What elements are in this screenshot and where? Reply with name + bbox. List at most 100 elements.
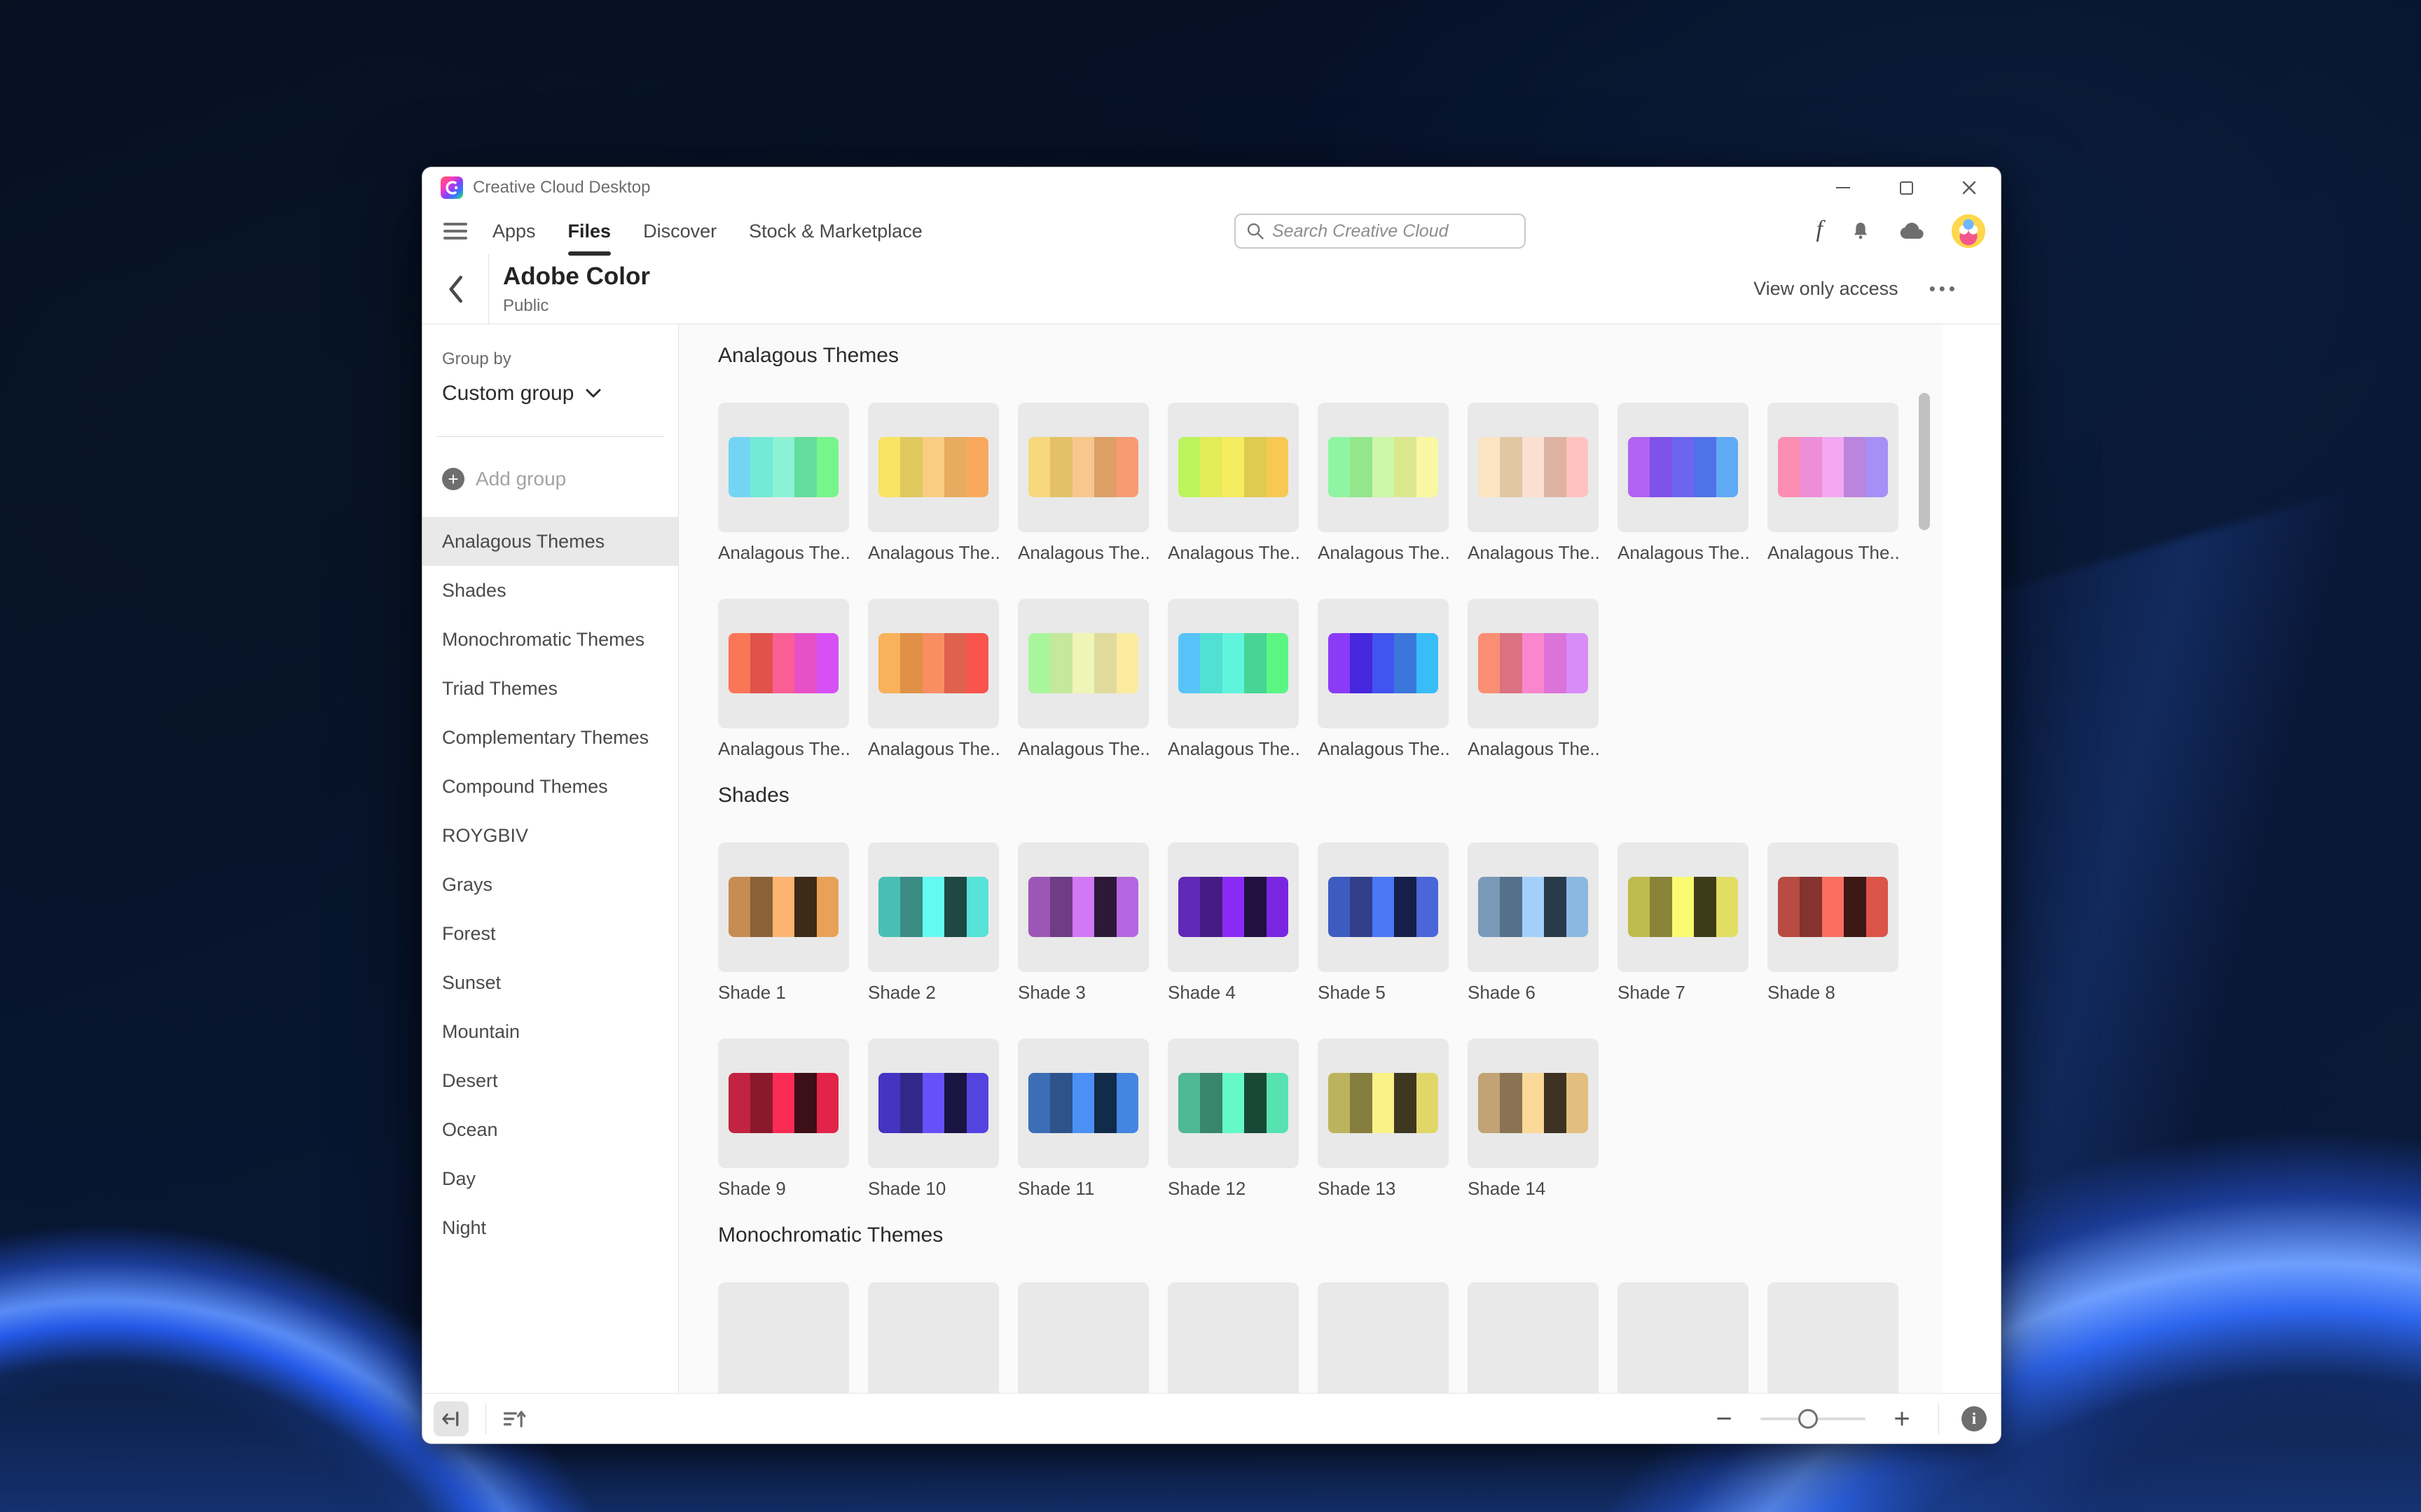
card-label: Shade 7 xyxy=(1618,982,1748,1004)
theme-card[interactable]: Shade 11 xyxy=(1018,1039,1149,1200)
search-input[interactable] xyxy=(1272,221,1515,242)
theme-card-placeholder[interactable] xyxy=(718,1282,849,1393)
sidebar-item-analagous-themes[interactable]: Analagous Themes xyxy=(422,517,678,566)
sidebar-item-mountain[interactable]: Mountain xyxy=(422,1007,678,1056)
theme-card-placeholder[interactable] xyxy=(1767,1282,1898,1393)
card-label: Analagous The... xyxy=(868,542,999,564)
theme-card[interactable]: Analagous The... xyxy=(1468,599,1599,760)
sort-button[interactable] xyxy=(503,1408,527,1429)
sidebar-item-night[interactable]: Night xyxy=(422,1203,678,1252)
hamburger-menu-icon[interactable] xyxy=(443,223,467,240)
search-box[interactable] xyxy=(1234,214,1526,249)
close-icon xyxy=(1961,180,1977,195)
theme-card[interactable]: Analagous The... xyxy=(1168,599,1299,760)
color-swatch xyxy=(1628,877,1650,937)
color-swatch xyxy=(750,437,772,497)
theme-card[interactable]: Shade 14 xyxy=(1468,1039,1599,1200)
theme-card[interactable]: Shade 1 xyxy=(718,842,849,1004)
add-group-button[interactable]: + Add group xyxy=(422,468,678,490)
theme-card[interactable]: Analagous The... xyxy=(1168,403,1299,564)
theme-card[interactable]: Analagous The... xyxy=(1018,599,1149,760)
sidebar-item-desert[interactable]: Desert xyxy=(422,1056,678,1105)
more-options-icon[interactable]: ••• xyxy=(1929,278,1959,300)
theme-card[interactable]: Shade 2 xyxy=(868,842,999,1004)
theme-card[interactable]: Shade 12 xyxy=(1168,1039,1299,1200)
card-label: Analagous The... xyxy=(1767,542,1898,564)
back-chevron-icon xyxy=(446,275,464,303)
nav-item-discover[interactable]: Discover xyxy=(643,208,717,254)
color-swatch xyxy=(1522,1073,1544,1133)
theme-card[interactable]: Analagous The... xyxy=(1618,403,1748,564)
sidebar-item-compound-themes[interactable]: Compound Themes xyxy=(422,762,678,811)
cloud-sync-icon[interactable] xyxy=(1898,221,1925,242)
sidebar-item-day[interactable]: Day xyxy=(422,1154,678,1203)
zoom-out-button[interactable]: − xyxy=(1710,1405,1738,1433)
theme-card-placeholder[interactable] xyxy=(1618,1282,1748,1393)
theme-card[interactable]: Shade 10 xyxy=(868,1039,999,1200)
theme-card[interactable]: Analagous The... xyxy=(1767,403,1898,564)
theme-card-placeholder[interactable] xyxy=(1168,1282,1299,1393)
theme-card[interactable]: Shade 8 xyxy=(1767,842,1898,1004)
theme-card[interactable]: Shade 13 xyxy=(1318,1039,1449,1200)
theme-card[interactable]: Shade 6 xyxy=(1468,842,1599,1004)
card-thumbnail xyxy=(1168,599,1299,728)
group-by-dropdown[interactable]: Custom group xyxy=(422,382,678,405)
theme-card[interactable]: Shade 3 xyxy=(1018,842,1149,1004)
sidebar-item-grays[interactable]: Grays xyxy=(422,860,678,909)
theme-card[interactable]: Shade 4 xyxy=(1168,842,1299,1004)
back-button[interactable] xyxy=(422,254,489,324)
card-thumbnail xyxy=(1018,599,1149,728)
theme-card[interactable]: Analagous The... xyxy=(1018,403,1149,564)
theme-card[interactable]: Analagous The... xyxy=(868,599,999,760)
theme-card-placeholder[interactable] xyxy=(868,1282,999,1393)
sidebar-item-roygbiv[interactable]: ROYGBIV xyxy=(422,811,678,860)
theme-card[interactable]: Analagous The... xyxy=(1318,403,1449,564)
scrollbar-thumb[interactable] xyxy=(1919,393,1930,530)
theme-card-placeholder[interactable] xyxy=(1018,1282,1149,1393)
theme-card-placeholder[interactable] xyxy=(1318,1282,1449,1393)
sidebar-item-forest[interactable]: Forest xyxy=(422,909,678,958)
sidebar-item-triad-themes[interactable]: Triad Themes xyxy=(422,664,678,713)
theme-card[interactable]: Shade 9 xyxy=(718,1039,849,1200)
maximize-button[interactable] xyxy=(1896,177,1917,198)
palette-swatch-strip xyxy=(1178,633,1288,693)
info-button[interactable]: i xyxy=(1961,1406,1987,1431)
card-thumbnail xyxy=(1468,403,1599,532)
zoom-in-button[interactable]: + xyxy=(1888,1405,1916,1433)
collapse-sidebar-button[interactable] xyxy=(434,1401,469,1436)
nav-item-files[interactable]: Files xyxy=(568,208,612,254)
adobe-fonts-icon[interactable]: f xyxy=(1816,218,1823,244)
zoom-slider[interactable] xyxy=(1760,1408,1865,1429)
sidebar-item-complementary-themes[interactable]: Complementary Themes xyxy=(422,713,678,762)
color-swatch xyxy=(773,877,794,937)
minimize-button[interactable] xyxy=(1833,177,1854,198)
color-swatch xyxy=(1844,877,1865,937)
color-swatch xyxy=(794,437,816,497)
nav-item-stock-marketplace[interactable]: Stock & Marketplace xyxy=(749,208,923,254)
theme-card[interactable]: Analagous The... xyxy=(718,599,849,760)
color-swatch xyxy=(967,877,988,937)
sidebar-item-shades[interactable]: Shades xyxy=(422,566,678,615)
theme-card[interactable]: Analagous The... xyxy=(1468,403,1599,564)
theme-card[interactable]: Shade 5 xyxy=(1318,842,1449,1004)
footer-left xyxy=(434,1394,527,1443)
color-swatch xyxy=(900,877,922,937)
theme-card[interactable]: Shade 7 xyxy=(1618,842,1748,1004)
sidebar-item-ocean[interactable]: Ocean xyxy=(422,1105,678,1154)
nav-item-apps[interactable]: Apps xyxy=(492,208,536,254)
close-button[interactable] xyxy=(1959,177,1980,198)
theme-card[interactable]: Analagous The... xyxy=(868,403,999,564)
sidebar-item-sunset[interactable]: Sunset xyxy=(422,958,678,1007)
zoom-slider-knob[interactable] xyxy=(1798,1409,1818,1429)
theme-card-placeholder[interactable] xyxy=(1468,1282,1599,1393)
content-sections: Analagous ThemesAnalagous The...Analagou… xyxy=(718,344,2001,1393)
color-swatch xyxy=(1200,1073,1222,1133)
minimize-icon xyxy=(1836,187,1850,188)
sidebar-item-monochromatic-themes[interactable]: Monochromatic Themes xyxy=(422,615,678,664)
theme-card[interactable]: Analagous The... xyxy=(1318,599,1449,760)
palette-swatch-strip xyxy=(1328,877,1438,937)
notifications-bell-icon[interactable] xyxy=(1849,220,1872,242)
theme-card[interactable]: Analagous The... xyxy=(718,403,849,564)
card-label: Shade 9 xyxy=(718,1178,849,1200)
account-avatar[interactable] xyxy=(1952,214,1985,248)
